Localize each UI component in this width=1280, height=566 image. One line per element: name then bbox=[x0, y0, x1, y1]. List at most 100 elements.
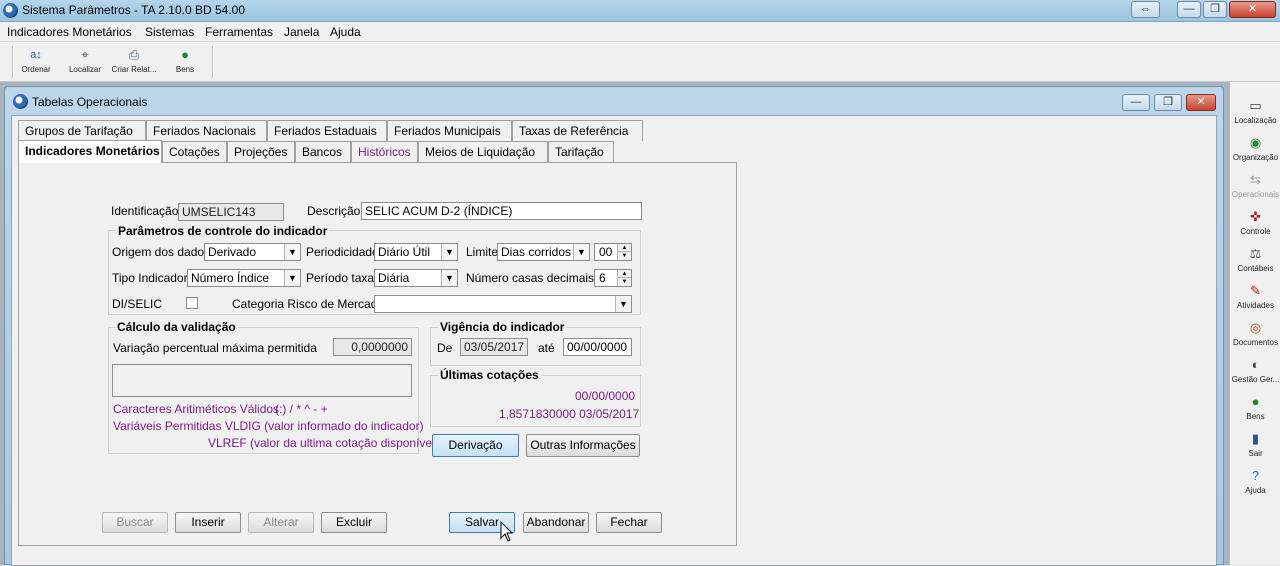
descricao-field[interactable]: SELIC ACUM D-2 (ÍNDICE) bbox=[361, 202, 642, 220]
child-maximize-button[interactable]: ❐ bbox=[1154, 94, 1182, 111]
app-title-bar: Sistema Parâmetros - TA 2.10.0 BD 54.00 … bbox=[0, 0, 1280, 22]
periodo-taxa-select[interactable]: Diária ▼ bbox=[374, 269, 458, 287]
child-minimize-button[interactable]: — bbox=[1122, 94, 1150, 111]
tab-indicadores-monetarios[interactable]: Indicadores Monetários bbox=[18, 140, 162, 163]
rp-controle[interactable]: ✜ Controle bbox=[1230, 209, 1280, 236]
window-icon bbox=[13, 94, 28, 109]
menu-sistemas[interactable]: Sistemas bbox=[145, 25, 194, 39]
formula-textarea[interactable] bbox=[112, 364, 412, 397]
app-title: Sistema Parâmetros - TA 2.10.0 BD 54.00 bbox=[22, 3, 245, 17]
toolbar: a↕ Ordenar ⌖ Localizar ⎙ Criar Relat... … bbox=[0, 42, 1280, 82]
de-field[interactable]: 03/05/2017 bbox=[460, 338, 528, 356]
tab-feriados-nacionais[interactable]: Feriados Nacionais bbox=[146, 120, 267, 141]
tipo-indicador-select[interactable]: Número Índice ▼ bbox=[187, 269, 301, 287]
menu-janela[interactable]: Janela bbox=[284, 25, 319, 39]
tab-historicos[interactable]: Históricos bbox=[351, 141, 418, 162]
close-button[interactable]: ✕ bbox=[1229, 1, 1276, 18]
abandonar-button[interactable]: Abandonar bbox=[523, 512, 589, 533]
vlref-text: VLREF (valor da ultima cotação disponíve… bbox=[208, 436, 439, 450]
operations-icon: ⇆ bbox=[1250, 172, 1261, 187]
chevron-down-icon: ▼ bbox=[573, 244, 589, 260]
toolbar-separator bbox=[212, 46, 214, 78]
tab-taxas-referencia[interactable]: Taxas de Referência bbox=[512, 120, 643, 141]
limite-stepper[interactable]: 00 ▲ ▼ bbox=[594, 243, 632, 261]
tab-grupos-tarifacao[interactable]: Grupos de Tarifação bbox=[18, 120, 146, 141]
location-icon: ▭ bbox=[1249, 98, 1262, 113]
rp-atividades[interactable]: ✎ Atividades bbox=[1230, 283, 1280, 310]
rp-organizacao[interactable]: ◉ Organização bbox=[1230, 135, 1280, 162]
tab-meios-liquidacao[interactable]: Meios de Liquidação bbox=[418, 141, 548, 162]
menu-ferramentas[interactable]: Ferramentas bbox=[205, 25, 273, 39]
variacao-field[interactable]: 0,0000000 bbox=[333, 338, 412, 356]
chevron-down-icon: ▼ bbox=[284, 244, 300, 260]
calculo-group-title: Cálculo da validação bbox=[115, 320, 238, 334]
spin-up-icon[interactable]: ▲ bbox=[617, 270, 631, 278]
tab-cotacoes[interactable]: Cotações bbox=[162, 141, 227, 162]
tipo-indicador-label: Tipo Indicador bbox=[112, 271, 188, 285]
identificacao-label: Identificação bbox=[111, 204, 179, 218]
sort-icon: a↕ bbox=[30, 49, 42, 61]
derivacao-button[interactable]: Derivação bbox=[432, 434, 519, 457]
rp-documentos[interactable]: ◎ Documentos bbox=[1230, 320, 1280, 347]
documents-icon: ◎ bbox=[1249, 320, 1262, 335]
casas-decimais-stepper[interactable]: 6 ▲ ▼ bbox=[594, 269, 632, 287]
rp-bens[interactable]: ● Bens bbox=[1230, 394, 1280, 421]
rp-operacionais[interactable]: ⇆ Operacionais bbox=[1230, 172, 1280, 199]
inserir-button[interactable]: Inserir bbox=[175, 512, 241, 533]
rp-localizacao[interactable]: ▭ Localização bbox=[1230, 98, 1280, 125]
menu-bar: Indicadores Monetários Sistemas Ferramen… bbox=[0, 22, 1280, 42]
restore-icon[interactable]: ⇔ bbox=[1131, 1, 1160, 18]
toolbar-localizar-button[interactable]: ⌖ Localizar bbox=[62, 47, 108, 79]
spin-down-icon[interactable]: ▼ bbox=[617, 252, 631, 260]
minimize-button[interactable]: — bbox=[1177, 1, 1201, 18]
activities-icon: ✎ bbox=[1250, 283, 1261, 298]
menu-indicadores[interactable]: Indicadores Monetários bbox=[7, 25, 132, 39]
printer-icon: ⎙ bbox=[128, 47, 140, 62]
diselic-checkbox[interactable] bbox=[186, 297, 198, 309]
scale-icon: ⚖ bbox=[1249, 246, 1262, 261]
eye-icon: ◐ bbox=[1251, 357, 1260, 372]
buscar-button[interactable]: Buscar bbox=[102, 512, 168, 533]
limite-select[interactable]: Dias corridos ▼ bbox=[497, 243, 590, 261]
categoria-label: Categoria Risco de Mercado bbox=[232, 297, 385, 311]
variaveis-text: Variáveis Permitidas VLDIG (valor inform… bbox=[113, 419, 424, 433]
fechar-button[interactable]: Fechar bbox=[596, 512, 662, 533]
toolbar-criar-relatorio-button[interactable]: ⎙ Criar Relat... bbox=[111, 47, 157, 79]
money-bag-icon: ● bbox=[1251, 394, 1260, 409]
control-icon: ✜ bbox=[1250, 209, 1261, 224]
tab-tarifacao[interactable]: Tarifação bbox=[548, 141, 614, 162]
diselic-label: DI/SELIC bbox=[112, 297, 163, 311]
origem-select[interactable]: Derivado ▼ bbox=[204, 243, 301, 261]
child-close-button[interactable]: ✕ bbox=[1186, 94, 1216, 111]
casas-decimais-label: Número casas decimais bbox=[466, 271, 595, 285]
menu-ajuda[interactable]: Ajuda bbox=[330, 25, 361, 39]
exit-icon: ▮ bbox=[1251, 431, 1260, 446]
child-window-title: Tabelas Operacionais bbox=[32, 95, 148, 109]
excluir-button[interactable]: Excluir bbox=[321, 512, 387, 533]
app-icon bbox=[3, 3, 18, 18]
maximize-button[interactable]: ❐ bbox=[1203, 1, 1227, 18]
tab-feriados-municipais[interactable]: Feriados Municipais bbox=[387, 120, 512, 141]
origem-label: Origem dos dados bbox=[112, 245, 211, 259]
rp-ajuda[interactable]: ? Ajuda bbox=[1230, 468, 1280, 495]
rp-gestao[interactable]: ◐ Gestão Ger... bbox=[1230, 357, 1280, 384]
variacao-label: Variação percentual máxima permitida bbox=[113, 341, 317, 355]
tab-feriados-estaduais[interactable]: Feriados Estaduais bbox=[267, 120, 387, 141]
spin-down-icon[interactable]: ▼ bbox=[617, 278, 631, 286]
organization-icon: ◉ bbox=[1249, 135, 1262, 150]
spin-up-icon[interactable]: ▲ bbox=[617, 244, 631, 252]
rp-contabeis[interactable]: ⚖ Contábeis bbox=[1230, 246, 1280, 273]
alterar-button[interactable]: Alterar bbox=[248, 512, 314, 533]
chevron-down-icon: ▼ bbox=[284, 270, 300, 286]
toolbar-ordenar-button[interactable]: a↕ Ordenar bbox=[13, 47, 59, 79]
rp-sair[interactable]: ▮ Sair bbox=[1230, 431, 1280, 458]
tab-projecoes[interactable]: Projeções bbox=[227, 141, 295, 162]
periodicidade-select[interactable]: Diário Útil ▼ bbox=[374, 243, 458, 261]
ate-field[interactable]: 00/00/0000 bbox=[563, 338, 632, 356]
locate-icon: ⌖ bbox=[81, 47, 89, 62]
identificacao-field[interactable]: UMSELIC143 bbox=[178, 203, 284, 221]
outras-informacoes-button[interactable]: Outras Informações bbox=[526, 434, 640, 457]
categoria-select[interactable]: ▼ bbox=[374, 295, 632, 313]
toolbar-bens-button[interactable]: ● Bens bbox=[162, 47, 208, 79]
tab-bancos[interactable]: Bancos bbox=[295, 141, 351, 162]
